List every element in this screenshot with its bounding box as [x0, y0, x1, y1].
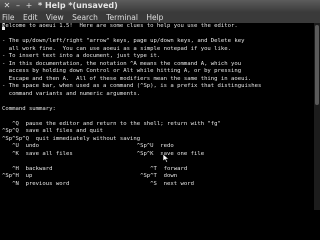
terminal-line: ^Sp^Q save all files and quit: [2, 128, 104, 134]
terminal-line: ^K save all files ^Sp^K save one file: [2, 150, 205, 157]
minimize-icon[interactable]: –: [13, 1, 23, 11]
terminal-line: WWelcome to aoeui 1.5! Here are some clu…: [2, 23, 238, 30]
terminal-line: Command summary:: [2, 105, 56, 112]
terminal-line: access by holding down Control or Alt wh…: [2, 68, 242, 74]
window-title: * Help *(unsaved): [38, 1, 118, 10]
menu-edit[interactable]: Edit: [23, 13, 38, 22]
terminal-text-area[interactable]: WWelcome to aoeui 1.5! Here are some clu…: [2, 23, 314, 210]
terminal-line: - In this documentation, the notation ^A…: [2, 60, 242, 67]
mouse-pointer-icon: [162, 153, 170, 163]
terminal-line: - The up/down/left/right "arrow" keys, p…: [2, 38, 245, 44]
terminal-line: all work fine. You can use aoeui as a si…: [2, 45, 232, 52]
menu-bar: File Edit View Search Terminal Help: [0, 12, 320, 23]
terminal-window: ✕ – + * Help *(unsaved) File Edit View S…: [0, 0, 320, 210]
menu-file[interactable]: File: [2, 13, 15, 22]
terminal-line: ^N previous word ^S next word: [2, 180, 194, 187]
terminal-line: ^U undo ^Sp^U redo: [2, 143, 174, 149]
terminal-line: command variants and numeric arguments.: [2, 90, 141, 97]
scrollbar[interactable]: [314, 23, 320, 210]
menu-view[interactable]: View: [46, 13, 64, 22]
terminal-line: - The space bar, when used as a command …: [2, 83, 262, 89]
menu-search[interactable]: Search: [72, 13, 98, 22]
terminal-line: ^H backward ^T forward: [2, 165, 188, 172]
maximize-icon[interactable]: +: [24, 1, 34, 11]
terminal-line: ^Sp^H up ^Sp^T down: [2, 173, 178, 179]
close-icon[interactable]: ✕: [2, 1, 12, 11]
terminal-line: ^Q pause the editor and return to the sh…: [2, 120, 221, 127]
menu-help[interactable]: Help: [146, 13, 163, 22]
menu-terminal[interactable]: Terminal: [106, 13, 138, 22]
terminal-line: ^Sp^Sp^Q quit immediately without saving: [2, 135, 141, 142]
terminal-line: - To insert text into a document, just t…: [2, 53, 161, 59]
terminal-line: Escape and then A. All of these modifier…: [2, 75, 252, 82]
scrollbar-thumb[interactable]: [315, 25, 319, 105]
title-bar[interactable]: ✕ – + * Help *(unsaved): [0, 0, 320, 12]
